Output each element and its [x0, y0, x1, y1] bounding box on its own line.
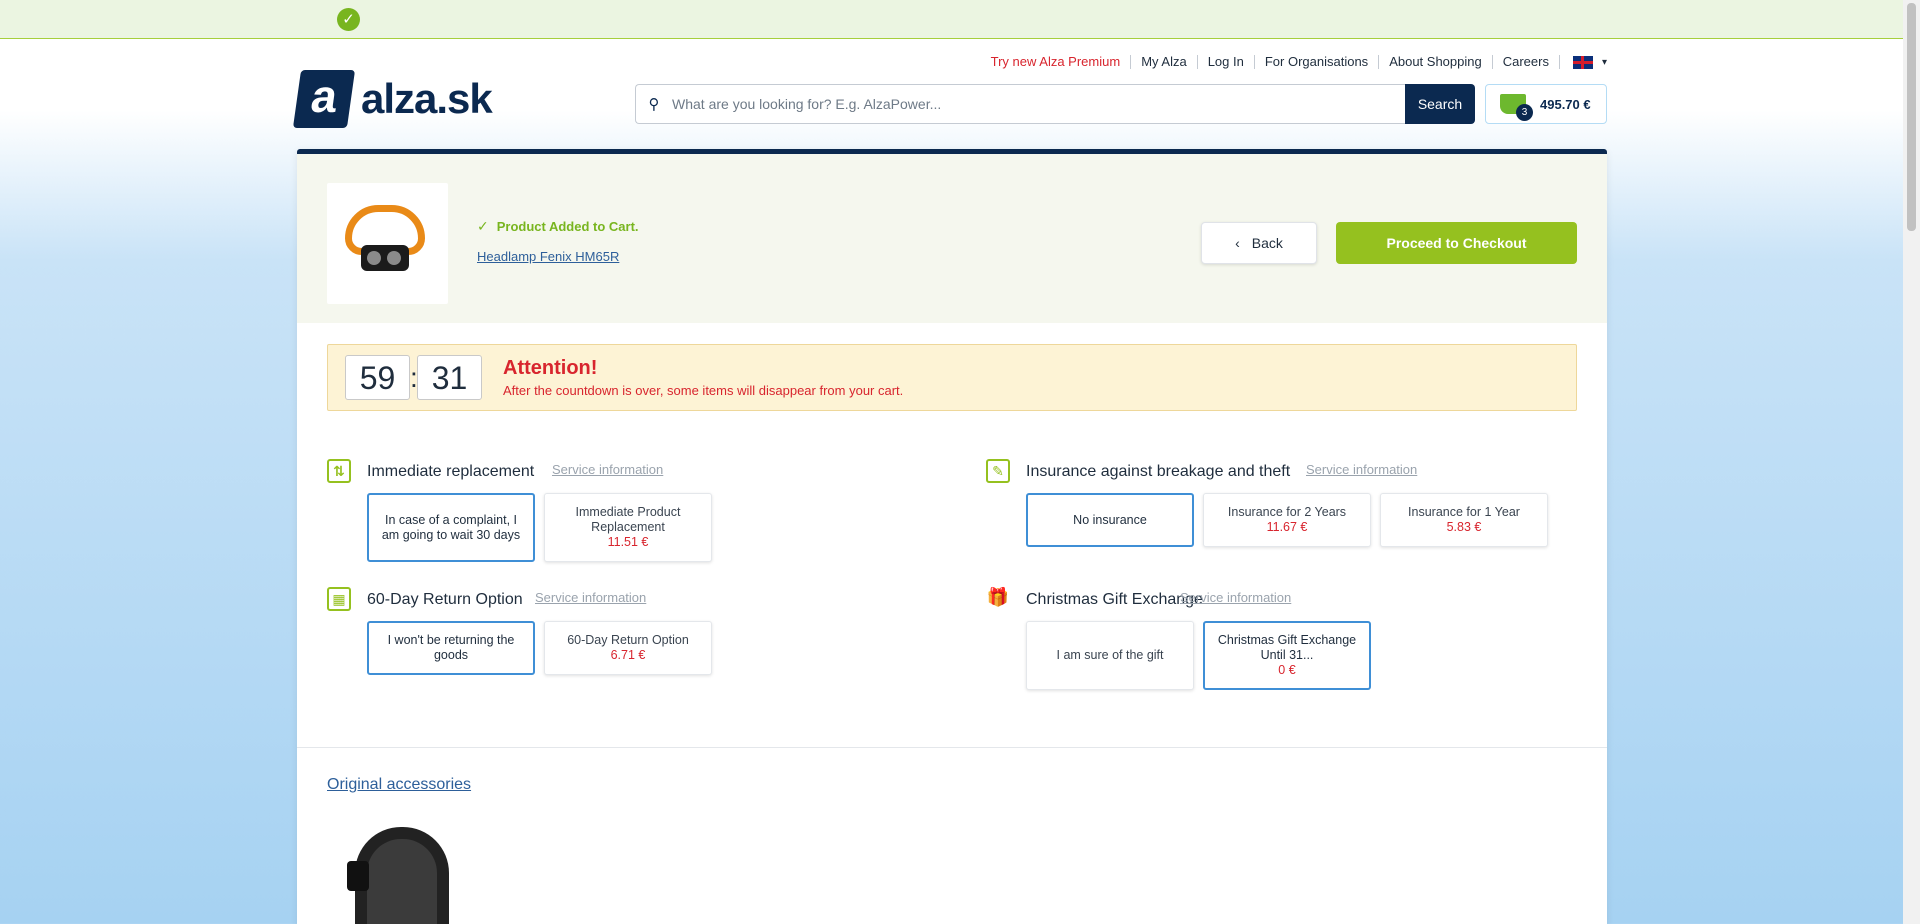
logo-wordmark: alza.sk [361, 75, 493, 122]
countdown-minutes: 59 [345, 355, 410, 400]
cart-button[interactable]: 3 495.70 € [1485, 84, 1607, 124]
countdown-warning: 59 : 31 Attention! After the countdown i… [327, 344, 1577, 411]
option-immediate-product-replacement[interactable]: Immediate Product Replacement 11.51 € [544, 493, 712, 562]
link-for-organisations[interactable]: For Organisations [1255, 55, 1380, 69]
product-thumbnail[interactable] [327, 183, 448, 304]
link-about-shopping[interactable]: About Shopping [1379, 55, 1493, 69]
option-price: 5.83 € [1446, 520, 1482, 534]
original-accessories-link[interactable]: Original accessories [327, 776, 471, 794]
insurance-icon: ✎ [986, 459, 1010, 483]
section-divider [297, 747, 1607, 748]
service-title: Insurance against breakage and theft [1026, 463, 1291, 480]
scrollbar-thumb[interactable] [1907, 3, 1916, 231]
proceed-to-checkout-button[interactable]: Proceed to Checkout [1336, 222, 1577, 264]
option-wait-30-days[interactable]: In case of a complaint, I am going to wa… [367, 493, 535, 562]
service-title: 60-Day Return Option [367, 591, 523, 608]
added-status: ✓ Product Added to Cart. [477, 218, 639, 235]
service-options: In case of a complaint, I am going to wa… [367, 493, 712, 562]
option-price: 11.67 € [1266, 520, 1308, 534]
service-information-link[interactable]: Service information [535, 590, 646, 605]
link-log-in[interactable]: Log In [1198, 55, 1255, 69]
page-scrollbar[interactable] [1903, 0, 1920, 924]
option-price: 0 € [1278, 663, 1296, 677]
chevron-down-icon: ▾ [1601, 56, 1607, 68]
link-careers[interactable]: Careers [1493, 55, 1560, 69]
option-insurance-1-year[interactable]: Insurance for 1 Year 5.83 € [1380, 493, 1548, 547]
accessory-case-image[interactable] [347, 827, 449, 924]
option-price: 6.71 € [610, 648, 646, 662]
cart-total: 495.70 € [1540, 96, 1591, 112]
search-button[interactable]: Search [1405, 84, 1475, 124]
link-my-alza[interactable]: My Alza [1131, 55, 1198, 69]
search-input[interactable] [672, 96, 1405, 112]
calendar-icon: ▦ [327, 587, 351, 611]
service-information-link[interactable]: Service information [552, 462, 663, 477]
product-name-link[interactable]: Headlamp Fenix HM65R [477, 249, 619, 264]
option-no-return[interactable]: I won't be returning the goods [367, 621, 535, 675]
added-product-section: ✓ Product Added to Cart. Headlamp Fenix … [297, 154, 1607, 323]
cart-count-badge: 3 [1516, 104, 1533, 121]
countdown-seconds: 31 [417, 355, 482, 400]
success-notification-bar: ✓ [0, 0, 1920, 39]
search-icon: ⚲ [648, 96, 660, 113]
logo-mark: a [292, 70, 356, 128]
attention-message: After the countdown is over, some items … [503, 383, 904, 398]
top-links: Try new Alza Premium My Alza Log In For … [981, 55, 1607, 69]
search-bar: ⚲ Search [635, 84, 1475, 124]
back-button[interactable]: ‹ Back [1201, 222, 1317, 264]
service-information-link[interactable]: Service information [1306, 462, 1417, 477]
option-price: 11.51 € [607, 535, 649, 549]
alza-logo[interactable]: a alza.sk [292, 70, 493, 128]
gift-icon: 🎁 [986, 587, 1010, 607]
service-title: Christmas Gift Exchange [1026, 591, 1203, 608]
option-christmas-gift-exchange[interactable]: Christmas Gift Exchange Until 31... 0 € [1203, 621, 1371, 690]
option-sure-of-gift[interactable]: I am sure of the gift [1026, 621, 1194, 690]
checkmark-icon: ✓ [477, 218, 489, 234]
search-field: ⚲ [635, 84, 1405, 124]
option-no-insurance[interactable]: No insurance [1026, 493, 1194, 547]
service-title: Immediate replacement [367, 463, 535, 480]
option-60-day-return[interactable]: 60-Day Return Option 6.71 € [544, 621, 712, 675]
uk-flag-icon [1572, 55, 1593, 69]
attention-heading: Attention! [503, 357, 598, 379]
cart-added-panel: ✓ Product Added to Cart. Headlamp Fenix … [297, 149, 1607, 924]
replacement-icon: ⇅ [327, 459, 351, 483]
service-options: I won't be returning the goods 60-Day Re… [367, 621, 712, 675]
service-options: No insurance Insurance for 2 Years 11.67… [1026, 493, 1548, 547]
option-insurance-2-years[interactable]: Insurance for 2 Years 11.67 € [1203, 493, 1371, 547]
basket-icon: 3 [1500, 94, 1533, 121]
service-options: I am sure of the gift Christmas Gift Exc… [1026, 621, 1371, 690]
language-selector[interactable]: ▾ [1560, 55, 1607, 69]
chevron-left-icon: ‹ [1235, 235, 1240, 251]
added-status-text: Product Added to Cart. [496, 219, 639, 234]
headlamp-image [339, 201, 434, 281]
link-try-premium[interactable]: Try new Alza Premium [981, 55, 1132, 69]
back-label: Back [1251, 235, 1283, 251]
countdown-timer: 59 : 31 [345, 355, 482, 400]
service-information-link[interactable]: Service information [1180, 590, 1291, 605]
check-circle-icon: ✓ [337, 8, 360, 31]
